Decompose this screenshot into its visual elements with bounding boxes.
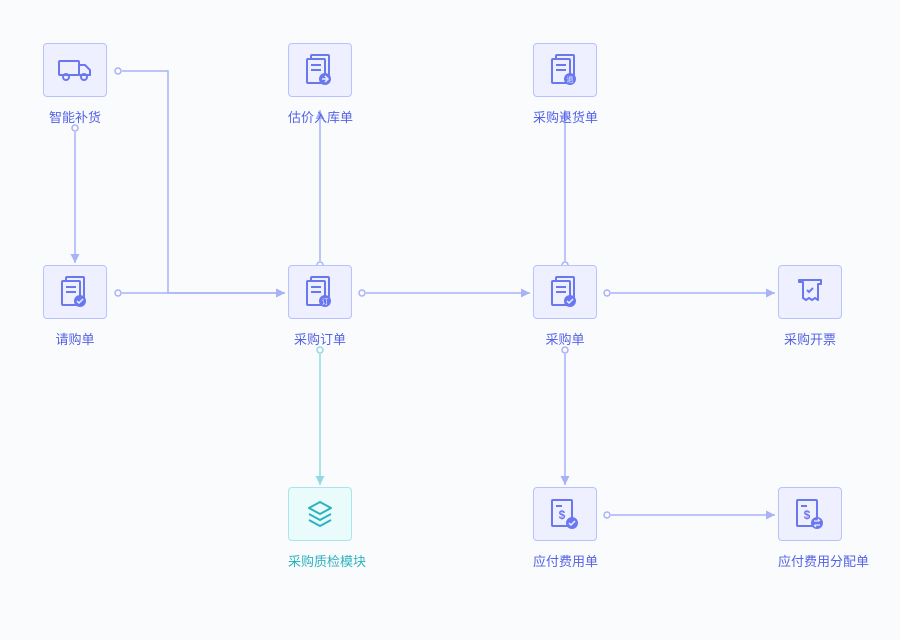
document-return-icon: 退 (533, 43, 597, 97)
node-purchase-request[interactable]: 请购单 (43, 265, 107, 348)
document-order-icon: 订 (288, 265, 352, 319)
node-purchase-qc[interactable]: 采购质检模块 (288, 487, 352, 570)
node-label: 智能补货 (43, 107, 107, 126)
document-check-icon (43, 265, 107, 319)
document-money-transfer-icon: $ (778, 487, 842, 541)
node-payable-expense[interactable]: $ 应付费用单 (533, 487, 597, 570)
node-purchase-invoice[interactable]: 采购开票 (778, 265, 842, 348)
document-arrow-icon (288, 43, 352, 97)
flow-connections (0, 0, 900, 640)
node-smart-replenish[interactable]: 智能补货 (43, 43, 107, 126)
node-label: 采购质检模块 (288, 551, 352, 570)
node-valuation-receipt[interactable]: 估价入库单 (288, 43, 352, 126)
node-label: 应付费用单 (533, 551, 597, 570)
svg-text:$: $ (559, 508, 566, 522)
node-label: 采购开票 (778, 329, 842, 348)
svg-text:订: 订 (322, 297, 329, 306)
node-label: 采购单 (533, 329, 597, 348)
document-check-icon (533, 265, 597, 319)
svg-text:$: $ (804, 508, 811, 522)
node-payable-alloc[interactable]: $ 应付费用分配单 (778, 487, 842, 570)
document-money-check-icon: $ (533, 487, 597, 541)
node-label: 估价入库单 (288, 107, 352, 126)
node-purchase-order[interactable]: 订 采购订单 (288, 265, 352, 348)
node-label: 应付费用分配单 (778, 551, 842, 570)
svg-text:退: 退 (567, 75, 574, 84)
node-label: 采购订单 (288, 329, 352, 348)
layers-icon (288, 487, 352, 541)
node-purchase-return[interactable]: 退 采购退货单 (533, 43, 597, 126)
receipt-icon (778, 265, 842, 319)
node-label: 请购单 (43, 329, 107, 348)
node-label: 采购退货单 (533, 107, 597, 126)
truck-icon (43, 43, 107, 97)
node-purchase-doc[interactable]: 采购单 (533, 265, 597, 348)
